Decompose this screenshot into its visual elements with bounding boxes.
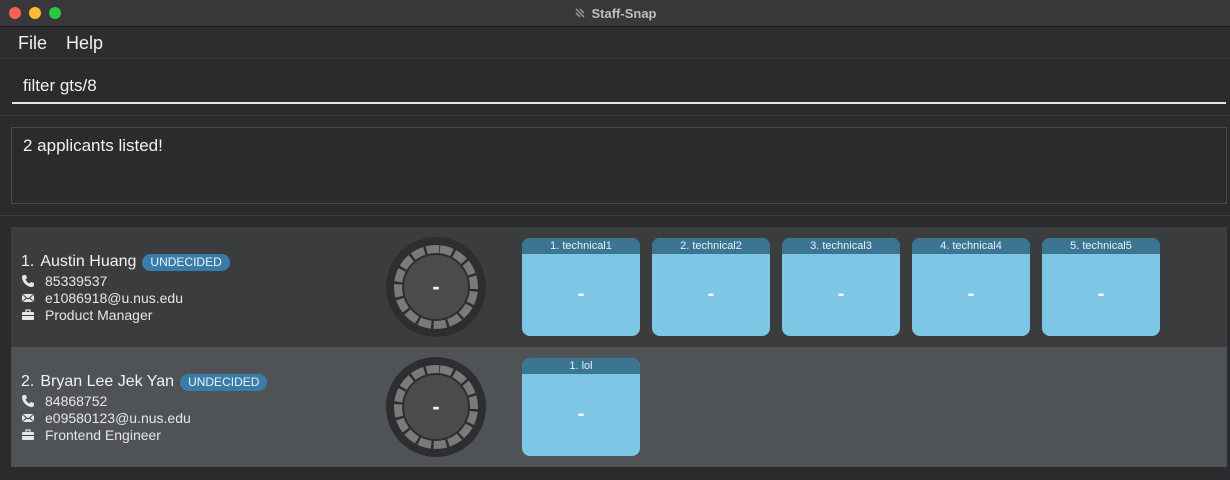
applicant-position: Frontend Engineer	[45, 427, 161, 443]
applicant-phone: 84868752	[45, 393, 108, 409]
applicant-index: 1.	[21, 253, 35, 270]
interview-label: 5. technical5	[1042, 238, 1160, 254]
app-logo-icon	[574, 8, 585, 18]
overall-score-value: -	[432, 394, 440, 419]
applicant-name: Bryan Lee Jek Yan	[40, 373, 175, 390]
email-row: e09580123@u.nus.edu	[21, 410, 191, 426]
phone-icon	[21, 394, 35, 408]
interview-label: 1. lol	[522, 358, 640, 374]
menu-bar: File Help	[0, 27, 1230, 59]
position-row: Product Manager	[21, 307, 152, 323]
applicant-email: e09580123@u.nus.edu	[45, 410, 191, 426]
interview-score-card: 4. technical4 -	[912, 238, 1030, 336]
menu-help[interactable]: Help	[66, 33, 103, 54]
interview-score: -	[707, 283, 715, 305]
interview-score: -	[837, 283, 845, 305]
interview-label: 1. technical1	[522, 238, 640, 254]
command-box	[0, 59, 1230, 116]
applicant-list[interactable]: 1. Austin Huang UNDECIDED 85339537 e1086918@…	[11, 227, 1227, 467]
phone-row: 84868752	[21, 393, 107, 409]
position-row: Frontend Engineer	[21, 427, 161, 443]
interview-score: -	[967, 283, 975, 305]
applicant-card[interactable]: 2. Bryan Lee Jek Yan UNDECIDED 84868752 e095…	[11, 347, 1227, 467]
email-icon	[21, 411, 35, 425]
interview-score-card: 5. technical5 -	[1042, 238, 1160, 336]
interview-score: -	[577, 283, 585, 305]
overall-score-gauge: -	[385, 356, 487, 458]
interview-score-card: 2. technical2 -	[652, 238, 770, 336]
window-title-area: Staff-Snap	[0, 0, 1230, 26]
interview-score-card: 1. technical1 -	[522, 238, 640, 336]
applicant-name-line: 1. Austin Huang UNDECIDED	[21, 253, 230, 271]
divider	[0, 215, 1230, 216]
applicant-name-line: 2. Bryan Lee Jek Yan UNDECIDED	[21, 373, 268, 391]
overall-score-gauge: -	[385, 236, 487, 338]
status-badge: UNDECIDED	[142, 253, 230, 271]
status-badge: UNDECIDED	[180, 373, 268, 391]
phone-icon	[21, 274, 35, 288]
applicant-phone: 85339537	[45, 273, 108, 289]
interview-label: 4. technical4	[912, 238, 1030, 254]
applicant-index: 2.	[21, 373, 35, 390]
interview-score: -	[577, 403, 585, 425]
applicant-card[interactable]: 1. Austin Huang UNDECIDED 85339537 e1086918@…	[11, 227, 1227, 347]
result-display: 2 applicants listed!	[11, 127, 1227, 204]
briefcase-icon	[21, 308, 35, 322]
interview-label: 2. technical2	[652, 238, 770, 254]
command-input[interactable]	[12, 70, 1226, 104]
interview-score: -	[1097, 283, 1105, 305]
phone-row: 85339537	[21, 273, 107, 289]
applicant-name: Austin Huang	[40, 253, 137, 270]
window-title: Staff-Snap	[591, 5, 657, 21]
overall-score-value: -	[432, 274, 440, 299]
applicant-position: Product Manager	[45, 307, 153, 323]
menu-file[interactable]: File	[18, 33, 47, 54]
applicant-email: e1086918@u.nus.edu	[45, 290, 183, 306]
email-row: e1086918@u.nus.edu	[21, 290, 183, 306]
result-message: 2 applicants listed!	[23, 136, 163, 155]
briefcase-icon	[21, 428, 35, 442]
interview-label: 3. technical3	[782, 238, 900, 254]
interview-score-card: 3. technical3 -	[782, 238, 900, 336]
interview-score-card: 1. lol -	[522, 358, 640, 456]
title-bar: Staff-Snap	[0, 0, 1230, 27]
email-icon	[21, 291, 35, 305]
